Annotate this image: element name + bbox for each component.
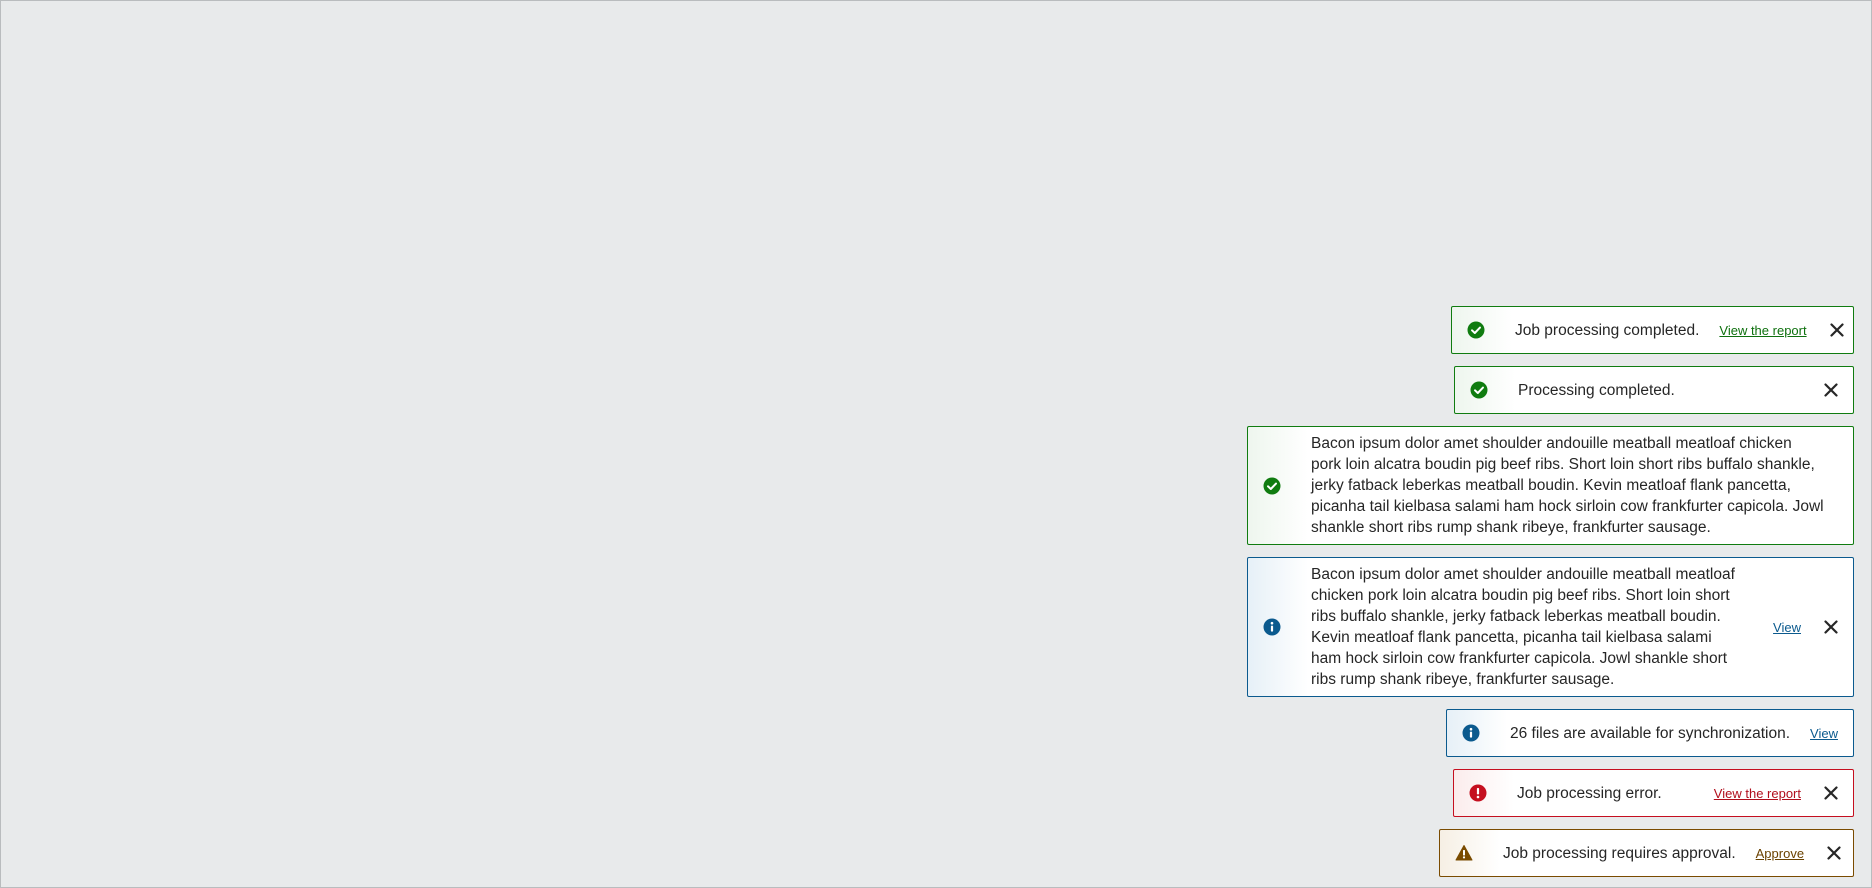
toast-info-long-message: Bacon ipsum dolor amet shoulder andouill… [1247,557,1854,697]
close-button[interactable] [1811,607,1851,647]
toast-success-long-message: Bacon ipsum dolor amet shoulder andouill… [1247,426,1854,545]
toast-message: Bacon ipsum dolor amet shoulder andouill… [1311,435,1824,536]
close-icon [1827,846,1841,860]
close-icon [1824,786,1838,800]
toast-message: Bacon ipsum dolor amet shoulder andouill… [1311,566,1735,688]
close-button[interactable] [1814,833,1854,873]
close-icon [1824,620,1838,634]
approve-link[interactable]: Approve [1752,843,1808,864]
toast-info-sync-available: 26 files are available for synchronizati… [1446,709,1854,757]
toast-warning-approval: Job processing requires approval. Approv… [1439,829,1854,877]
warning-icon [1455,844,1473,862]
close-icon [1829,323,1844,337]
toast-success-processing-completed: Processing completed. [1454,366,1854,414]
info-icon [1462,724,1480,742]
view-link[interactable]: View [1769,617,1805,638]
info-icon [1263,618,1281,636]
error-icon [1469,784,1487,802]
toast-success-job-completed: Job processing completed. View the repor… [1451,306,1854,354]
success-check-icon [1470,381,1488,399]
close-button[interactable] [1811,773,1851,813]
view-report-link[interactable]: View the report [1715,320,1810,341]
close-icon [1824,383,1838,397]
toast-stack: Job processing completed. View the repor… [1247,306,1854,877]
view-link[interactable]: View [1806,723,1842,744]
view-report-link[interactable]: View the report [1710,783,1805,804]
success-check-icon [1467,321,1485,339]
close-button[interactable] [1811,370,1851,410]
toast-message: Job processing requires approval. [1503,844,1736,862]
success-check-icon [1263,477,1281,495]
toast-message: Job processing error. [1517,784,1662,802]
toast-message: Processing completed. [1518,381,1675,399]
close-button[interactable] [1817,310,1857,350]
toast-error-job: Job processing error. View the report [1453,769,1854,817]
toast-message: 26 files are available for synchronizati… [1510,724,1791,742]
toast-message: Job processing completed. [1515,321,1700,339]
